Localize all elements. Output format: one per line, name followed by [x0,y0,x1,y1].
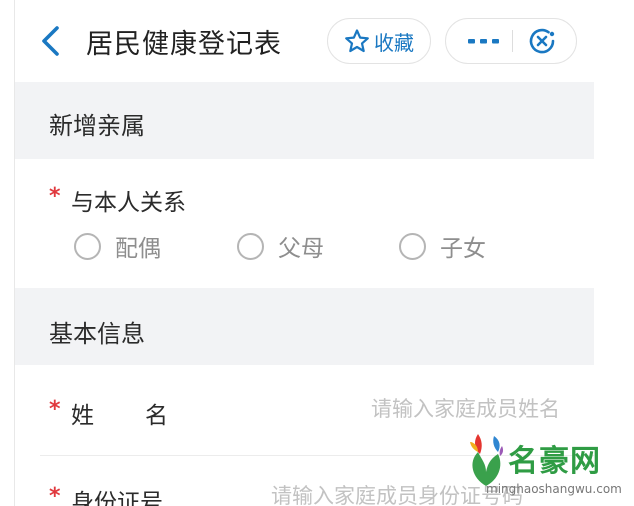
section-add-relative: 新增亲属 [15,82,594,159]
relation-label: 与本人关系 [71,190,186,216]
watermark-logo-icon [470,434,504,486]
page-title: 居民健康登记表 [86,29,282,60]
capsule-divider [512,30,513,52]
app-header: 居民健康登记表 收藏 [15,0,594,82]
section-basic-info: 基本信息 [15,288,594,365]
more-button[interactable] [462,19,506,63]
radio-label: 子女 [440,236,486,262]
required-mark: * [49,484,61,506]
radio-option-spouse[interactable]: 配偶 [74,228,161,264]
close-circle-icon [529,28,555,54]
star-outline-icon [344,28,370,54]
required-mark: * [49,397,61,422]
section-title-add-relative: 新增亲属 [49,112,145,140]
right-edge [594,0,634,506]
required-mark: * [49,184,61,209]
page: 居民健康登记表 收藏 新增亲属 * 与本人关系 配偶 父母 子女 基本信息 * … [0,0,634,506]
mini-program-capsule [445,18,577,64]
radio-label: 配偶 [115,236,161,262]
watermark-text: 名豪网 [508,444,601,479]
radio-label: 父母 [278,236,324,262]
favorite-label: 收藏 [374,30,414,55]
radio-option-children[interactable]: 子女 [399,228,486,264]
more-dots-icon [468,39,499,44]
back-button[interactable] [37,24,67,58]
chevron-left-icon [42,26,59,56]
section-title-basic-info: 基本信息 [49,320,145,348]
watermark-url: minghaoshangwu.com [486,482,622,496]
name-input[interactable] [250,393,560,425]
name-label-char1: 姓 [71,403,94,429]
radio-circle[interactable] [399,232,426,260]
name-label-char2: 名 [145,403,168,429]
watermark: 名豪网 minghaoshangwu.com [464,432,634,506]
close-button[interactable] [524,23,560,59]
radio-circle[interactable] [237,232,264,260]
radio-option-parents[interactable]: 父母 [237,228,324,264]
id-number-label: 身份证号 [71,490,163,506]
radio-circle[interactable] [74,232,101,260]
favorite-button[interactable]: 收藏 [327,18,431,64]
